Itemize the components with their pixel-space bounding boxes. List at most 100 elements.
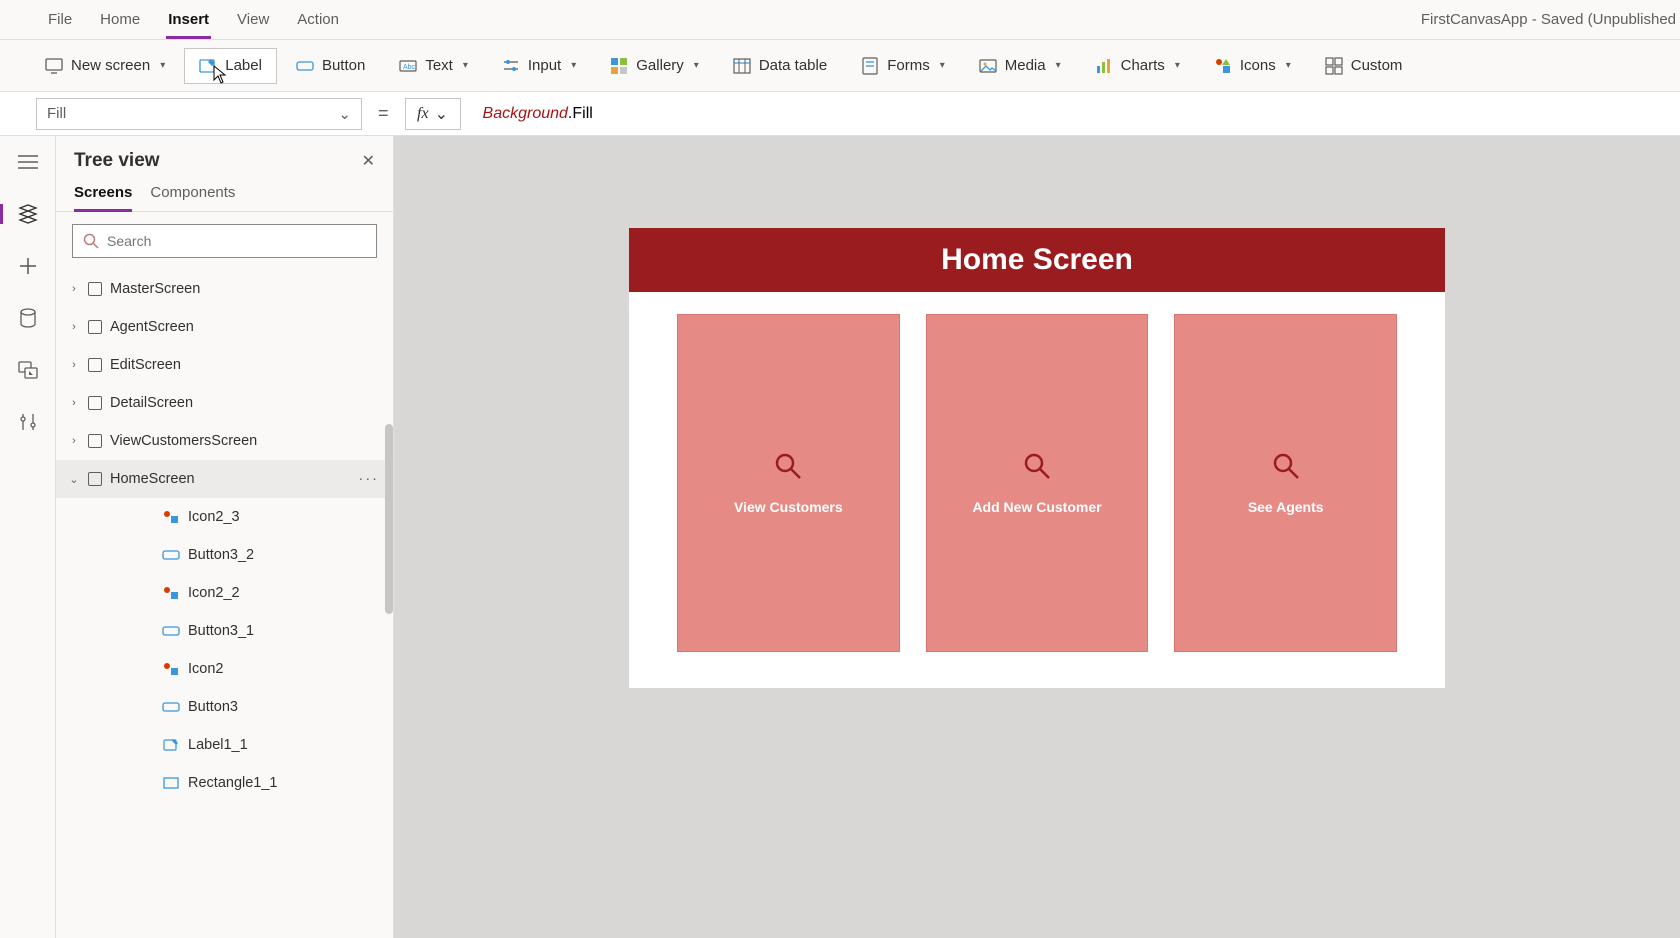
formula-object: Background	[483, 105, 568, 123]
tree-child-label1_1[interactable]: Label1_1	[56, 726, 393, 764]
hamburger-button[interactable]	[16, 150, 40, 174]
image-icon	[979, 57, 997, 75]
card-see-agents[interactable]: See Agents	[1174, 314, 1397, 652]
media-button-label: Media	[1005, 57, 1046, 74]
close-icon[interactable]: ✕	[362, 151, 375, 171]
card-view-customers[interactable]: View Customers	[677, 314, 900, 652]
custom-button[interactable]: Custom	[1310, 48, 1418, 84]
table-icon	[733, 57, 751, 75]
tree-node-detailscreen[interactable]: › DetailScreen	[56, 384, 393, 422]
menu-home[interactable]: Home	[86, 0, 154, 39]
icons-button[interactable]: Icons ▾	[1199, 48, 1306, 84]
chevron-right-icon[interactable]: ›	[64, 435, 84, 447]
tree-child-rectangle1_1[interactable]: Rectangle1_1	[56, 764, 393, 802]
menu-view[interactable]: View	[223, 0, 283, 39]
chevron-right-icon[interactable]: ›	[64, 397, 84, 409]
tab-components[interactable]: Components	[150, 184, 235, 211]
chevron-down-icon: ⌄	[338, 105, 351, 123]
tree-list: › MasterScreen › AgentScreen › EditScree…	[56, 270, 393, 938]
scrollbar-thumb[interactable]	[385, 424, 393, 614]
label-button[interactable]: Label	[184, 48, 277, 84]
text-button[interactable]: Abc Text ▾	[384, 48, 483, 84]
property-selector[interactable]: Fill ⌄	[36, 98, 362, 130]
tree-node-editscreen[interactable]: › EditScreen	[56, 346, 393, 384]
button-control-icon	[162, 700, 180, 714]
tree-child-label: Button3	[188, 699, 238, 715]
datatable-button[interactable]: Data table	[718, 48, 842, 84]
card-add-new-customer[interactable]: Add New Customer	[926, 314, 1149, 652]
canvas-area[interactable]: Home Screen View Customers Add New Custo…	[394, 136, 1680, 938]
tree-node-label: MasterScreen	[110, 281, 200, 297]
chevron-down-icon[interactable]: ⌄	[64, 473, 84, 486]
menu-insert[interactable]: Insert	[154, 0, 223, 39]
text-button-label: Text	[425, 57, 453, 74]
property-selector-value: Fill	[47, 105, 66, 122]
button-button[interactable]: Button	[281, 48, 380, 84]
svg-text:Abc: Abc	[403, 64, 416, 71]
chevron-right-icon[interactable]: ›	[64, 283, 84, 295]
input-button-label: Input	[528, 57, 561, 74]
tree-child-button3_1[interactable]: Button3_1	[56, 612, 393, 650]
forms-button[interactable]: Forms ▾	[846, 48, 960, 84]
card-label: View Customers	[734, 499, 843, 515]
chevron-down-icon: ▾	[1175, 60, 1180, 71]
tree-node-viewcustomersscreen[interactable]: › ViewCustomersScreen	[56, 422, 393, 460]
chevron-down-icon: ▾	[1286, 60, 1291, 71]
tree-node-label: ViewCustomersScreen	[110, 433, 257, 449]
fx-icon: fx	[417, 105, 429, 123]
search-field[interactable]	[107, 233, 366, 249]
icon-control-icon	[162, 586, 180, 600]
screen-icon	[88, 358, 102, 372]
chart-icon	[1095, 57, 1113, 75]
tree-view-panel: Tree view ✕ Screens Components › MasterS…	[56, 136, 394, 938]
tree-child-button3_2[interactable]: Button3_2	[56, 536, 393, 574]
chevron-down-icon: ▾	[463, 60, 468, 71]
tree-node-homescreen[interactable]: ⌄ HomeScreen ···	[56, 460, 393, 498]
chevron-down-icon: ▾	[694, 60, 699, 71]
button-control-icon	[162, 624, 180, 638]
tree-node-masterscreen[interactable]: › MasterScreen	[56, 270, 393, 308]
menu-action[interactable]: Action	[283, 0, 353, 39]
shapes-icon	[1214, 57, 1232, 75]
chevron-down-icon: ⌄	[435, 104, 448, 124]
input-button[interactable]: Input ▾	[487, 48, 591, 84]
new-screen-label: New screen	[71, 57, 150, 74]
tree-child-button3[interactable]: Button3	[56, 688, 393, 726]
label-control-icon	[162, 738, 180, 752]
chevron-down-icon: ▾	[940, 60, 945, 71]
card-label: See Agents	[1248, 499, 1324, 515]
insert-rail-button[interactable]	[16, 254, 40, 278]
datatable-button-label: Data table	[759, 57, 827, 74]
tree-child-icon2_2[interactable]: Icon2_2	[56, 574, 393, 612]
tree-child-icon2_3[interactable]: Icon2_3	[56, 498, 393, 536]
grid-icon	[1325, 57, 1343, 75]
custom-button-label: Custom	[1351, 57, 1403, 74]
menu-file[interactable]: File	[34, 0, 86, 39]
gallery-button[interactable]: Gallery ▾	[595, 48, 714, 84]
search-input[interactable]	[72, 224, 377, 258]
tree-node-agentscreen[interactable]: › AgentScreen	[56, 308, 393, 346]
tree-node-label: AgentScreen	[110, 319, 194, 335]
chevron-right-icon[interactable]: ›	[64, 321, 84, 333]
new-screen-button[interactable]: New screen ▾	[30, 48, 180, 84]
formula-input[interactable]: Background.Fill	[477, 98, 1680, 130]
label-button-label: Label	[225, 57, 262, 74]
more-options-button[interactable]: ···	[359, 471, 380, 487]
tab-screens[interactable]: Screens	[74, 184, 132, 212]
charts-button[interactable]: Charts ▾	[1080, 48, 1195, 84]
chevron-right-icon[interactable]: ›	[64, 359, 84, 371]
tree-view-rail-button[interactable]	[16, 202, 40, 226]
data-rail-button[interactable]	[16, 306, 40, 330]
tree-child-icon2[interactable]: Icon2	[56, 650, 393, 688]
media-button[interactable]: Media ▾	[964, 48, 1076, 84]
equals-sign: =	[378, 103, 389, 124]
form-icon	[861, 57, 879, 75]
forms-button-label: Forms	[887, 57, 930, 74]
media-rail-button[interactable]	[16, 358, 40, 382]
left-rail	[0, 136, 56, 938]
screen-icon	[88, 396, 102, 410]
fx-button[interactable]: fx ⌄	[405, 98, 461, 130]
tree-node-label: HomeScreen	[110, 471, 195, 487]
app-title: FirstCanvasApp - Saved (Unpublished	[1421, 11, 1680, 28]
advanced-rail-button[interactable]	[16, 410, 40, 434]
